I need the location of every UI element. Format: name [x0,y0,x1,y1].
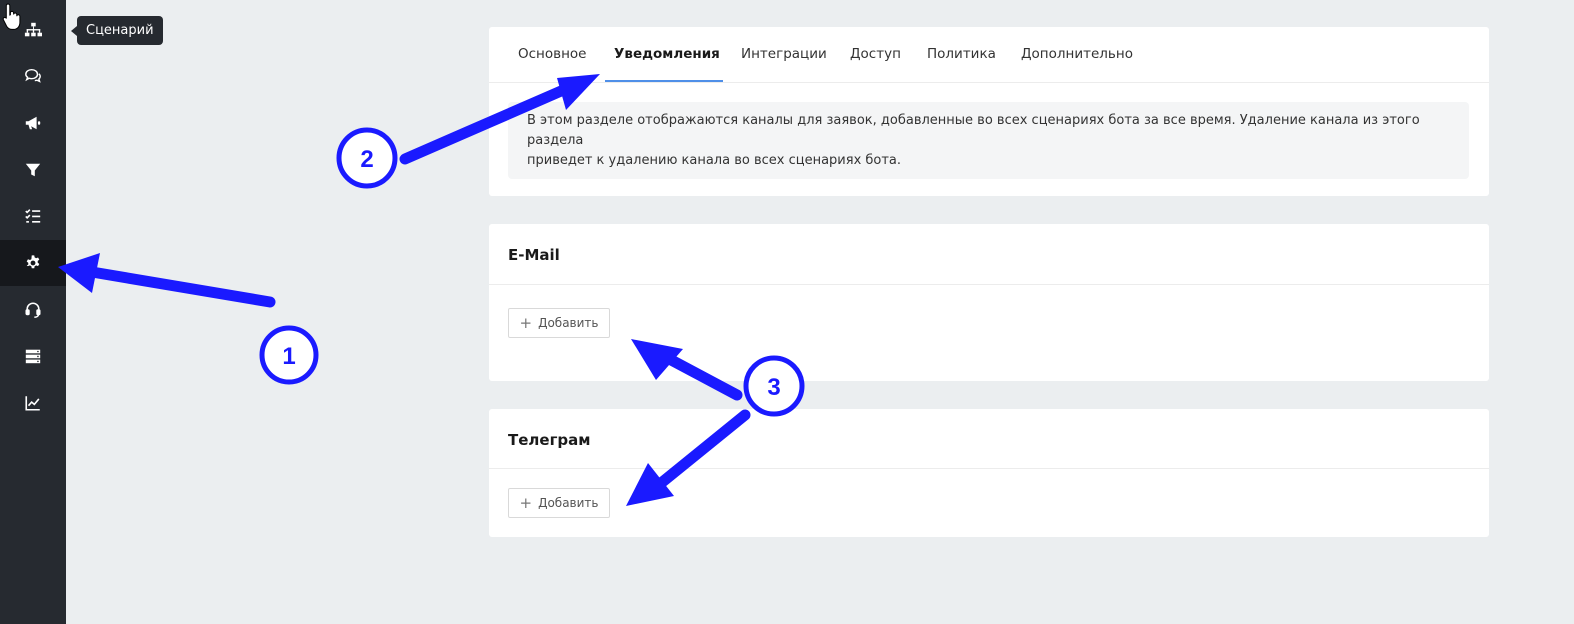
info-notice-line: В этом разделе отображаются каналы для з… [527,113,1420,148]
sidebar [0,0,66,624]
settings-card: Основное Уведомления Интеграции Доступ П… [489,27,1489,196]
add-email-button-label: Добавить [538,316,599,330]
sidebar-item-filter[interactable] [0,147,66,193]
tab-access[interactable]: Доступ [850,27,901,82]
plus-icon: + [519,313,533,332]
sidebar-item-settings[interactable] [0,240,66,286]
plus-icon: + [519,493,533,512]
email-section-title: E-Mail [508,246,560,264]
sidebar-item-broadcast[interactable] [0,100,66,146]
server-icon [25,349,41,364]
add-telegram-button-label: Добавить [538,496,599,510]
sidebar-item-support[interactable] [0,287,66,333]
filter-icon [25,163,41,177]
chat-icon [25,68,41,83]
marker-2-label: 2 [360,146,373,173]
tab-notifications[interactable]: Уведомления [614,27,720,82]
info-notice: В этом разделе отображаются каналы для з… [508,102,1469,179]
marker-1-circle [259,325,319,385]
info-notice-line: приведет к удалению канала во всех сцена… [527,153,902,168]
tab-policy[interactable]: Политика [927,27,996,82]
checklist-icon [25,209,41,223]
megaphone-icon [25,116,41,130]
telegram-section: Телеграм + Добавить [489,409,1489,537]
add-email-button[interactable]: + Добавить [508,308,610,338]
sidebar-tooltip: Сценарий [77,16,163,45]
active-tab-indicator [605,80,723,82]
headset-icon [25,302,41,318]
marker-1-label: 1 [282,343,295,370]
tab-advanced[interactable]: Дополнительно [1021,27,1133,82]
settings-tabs: Основное Уведомления Интеграции Доступ П… [489,27,1489,83]
hand-cursor-icon [2,3,21,30]
sidebar-item-chat[interactable] [0,53,66,99]
sidebar-item-analytics[interactable] [0,380,66,426]
tab-integrations[interactable]: Интеграции [741,27,827,82]
email-section: E-Mail + Добавить [489,224,1489,381]
telegram-section-title: Телеграм [508,431,591,449]
marker-2-circle [336,127,398,189]
sitemap-icon [24,22,42,37]
sidebar-item-storage[interactable] [0,333,66,379]
add-telegram-button[interactable]: + Добавить [508,488,610,518]
tab-general[interactable]: Основное [518,27,586,82]
gear-icon [26,255,40,269]
section-divider [489,468,1489,469]
section-divider [489,284,1489,285]
sidebar-item-tasks[interactable] [0,193,66,239]
chart-line-icon [25,396,40,411]
